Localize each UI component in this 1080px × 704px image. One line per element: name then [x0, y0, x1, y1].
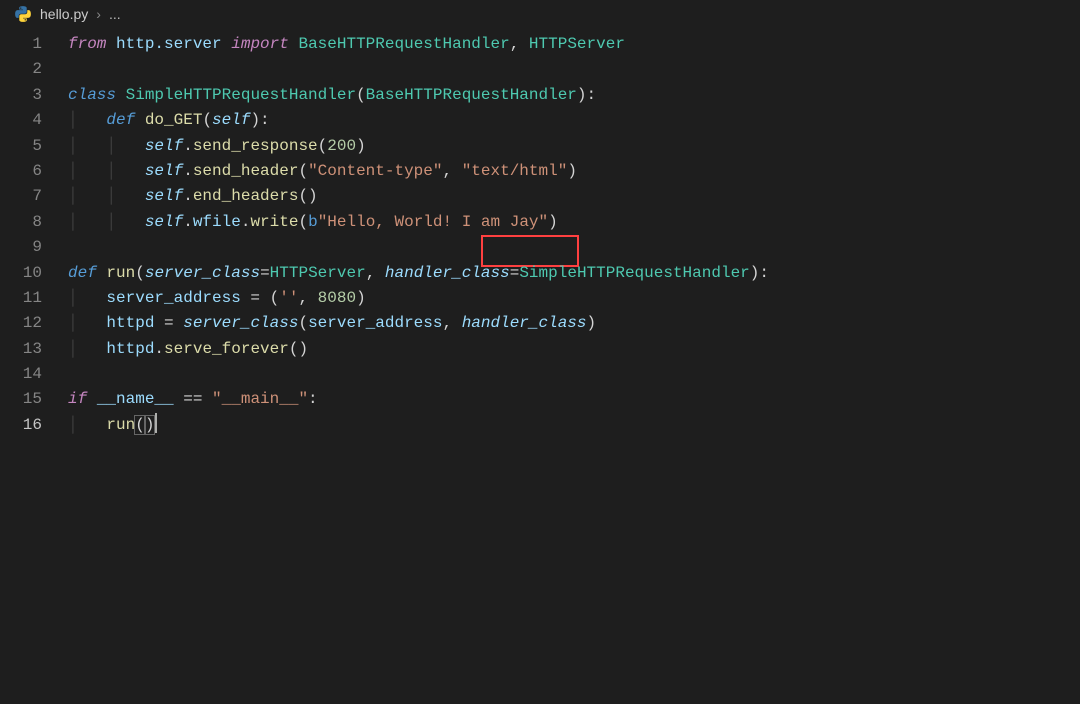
- code-line[interactable]: │ def do_GET(self):: [68, 108, 1080, 133]
- code-line[interactable]: │ httpd.serve_forever(): [68, 337, 1080, 362]
- line-number: 9: [0, 235, 42, 260]
- code-line[interactable]: │ │ self.send_response(200): [68, 134, 1080, 159]
- line-number: 6: [0, 159, 42, 184]
- line-number: 13: [0, 337, 42, 362]
- code-line[interactable]: [68, 235, 1080, 260]
- code-line[interactable]: │ server_address = ('', 8080): [68, 286, 1080, 311]
- line-number: 16: [0, 413, 42, 438]
- text-cursor: [155, 413, 157, 433]
- breadcrumb-filename[interactable]: hello.py: [40, 6, 88, 22]
- code-line[interactable]: │ │ self.send_header("Content-type", "te…: [68, 159, 1080, 184]
- code-line[interactable]: [68, 57, 1080, 82]
- line-number: 5: [0, 134, 42, 159]
- line-number: 3: [0, 83, 42, 108]
- code-line[interactable]: │ │ self.wfile.write(b"Hello, World! I a…: [68, 210, 1080, 235]
- code-line[interactable]: class SimpleHTTPRequestHandler(BaseHTTPR…: [68, 83, 1080, 108]
- code-line[interactable]: if __name__ == "__main__":: [68, 387, 1080, 412]
- code-line[interactable]: from http.server import BaseHTTPRequestH…: [68, 32, 1080, 57]
- breadcrumb-rest[interactable]: ...: [109, 6, 121, 22]
- line-number: 4: [0, 108, 42, 133]
- breadcrumb: hello.py › ...: [0, 0, 1080, 28]
- line-number: 1: [0, 32, 42, 57]
- line-number: 14: [0, 362, 42, 387]
- breadcrumb-separator: ›: [96, 6, 101, 22]
- line-number: 10: [0, 261, 42, 286]
- python-icon: [14, 5, 32, 23]
- code-line[interactable]: def run(server_class=HTTPServer, handler…: [68, 261, 1080, 286]
- code-line[interactable]: │ │ self.end_headers(): [68, 184, 1080, 209]
- code-content[interactable]: from http.server import BaseHTTPRequestH…: [68, 32, 1080, 438]
- line-number: 12: [0, 311, 42, 336]
- line-number: 7: [0, 184, 42, 209]
- line-number: 11: [0, 286, 42, 311]
- line-number: 2: [0, 57, 42, 82]
- line-number: 8: [0, 210, 42, 235]
- code-line[interactable]: │ httpd = server_class(server_address, h…: [68, 311, 1080, 336]
- code-editor[interactable]: 1 2 3 4 5 6 7 8 9 10 11 12 13 14 15 16 f…: [0, 28, 1080, 438]
- code-line[interactable]: │ run(): [68, 413, 1080, 438]
- line-number-gutter: 1 2 3 4 5 6 7 8 9 10 11 12 13 14 15 16: [0, 32, 68, 438]
- code-line[interactable]: [68, 362, 1080, 387]
- line-number: 15: [0, 387, 42, 412]
